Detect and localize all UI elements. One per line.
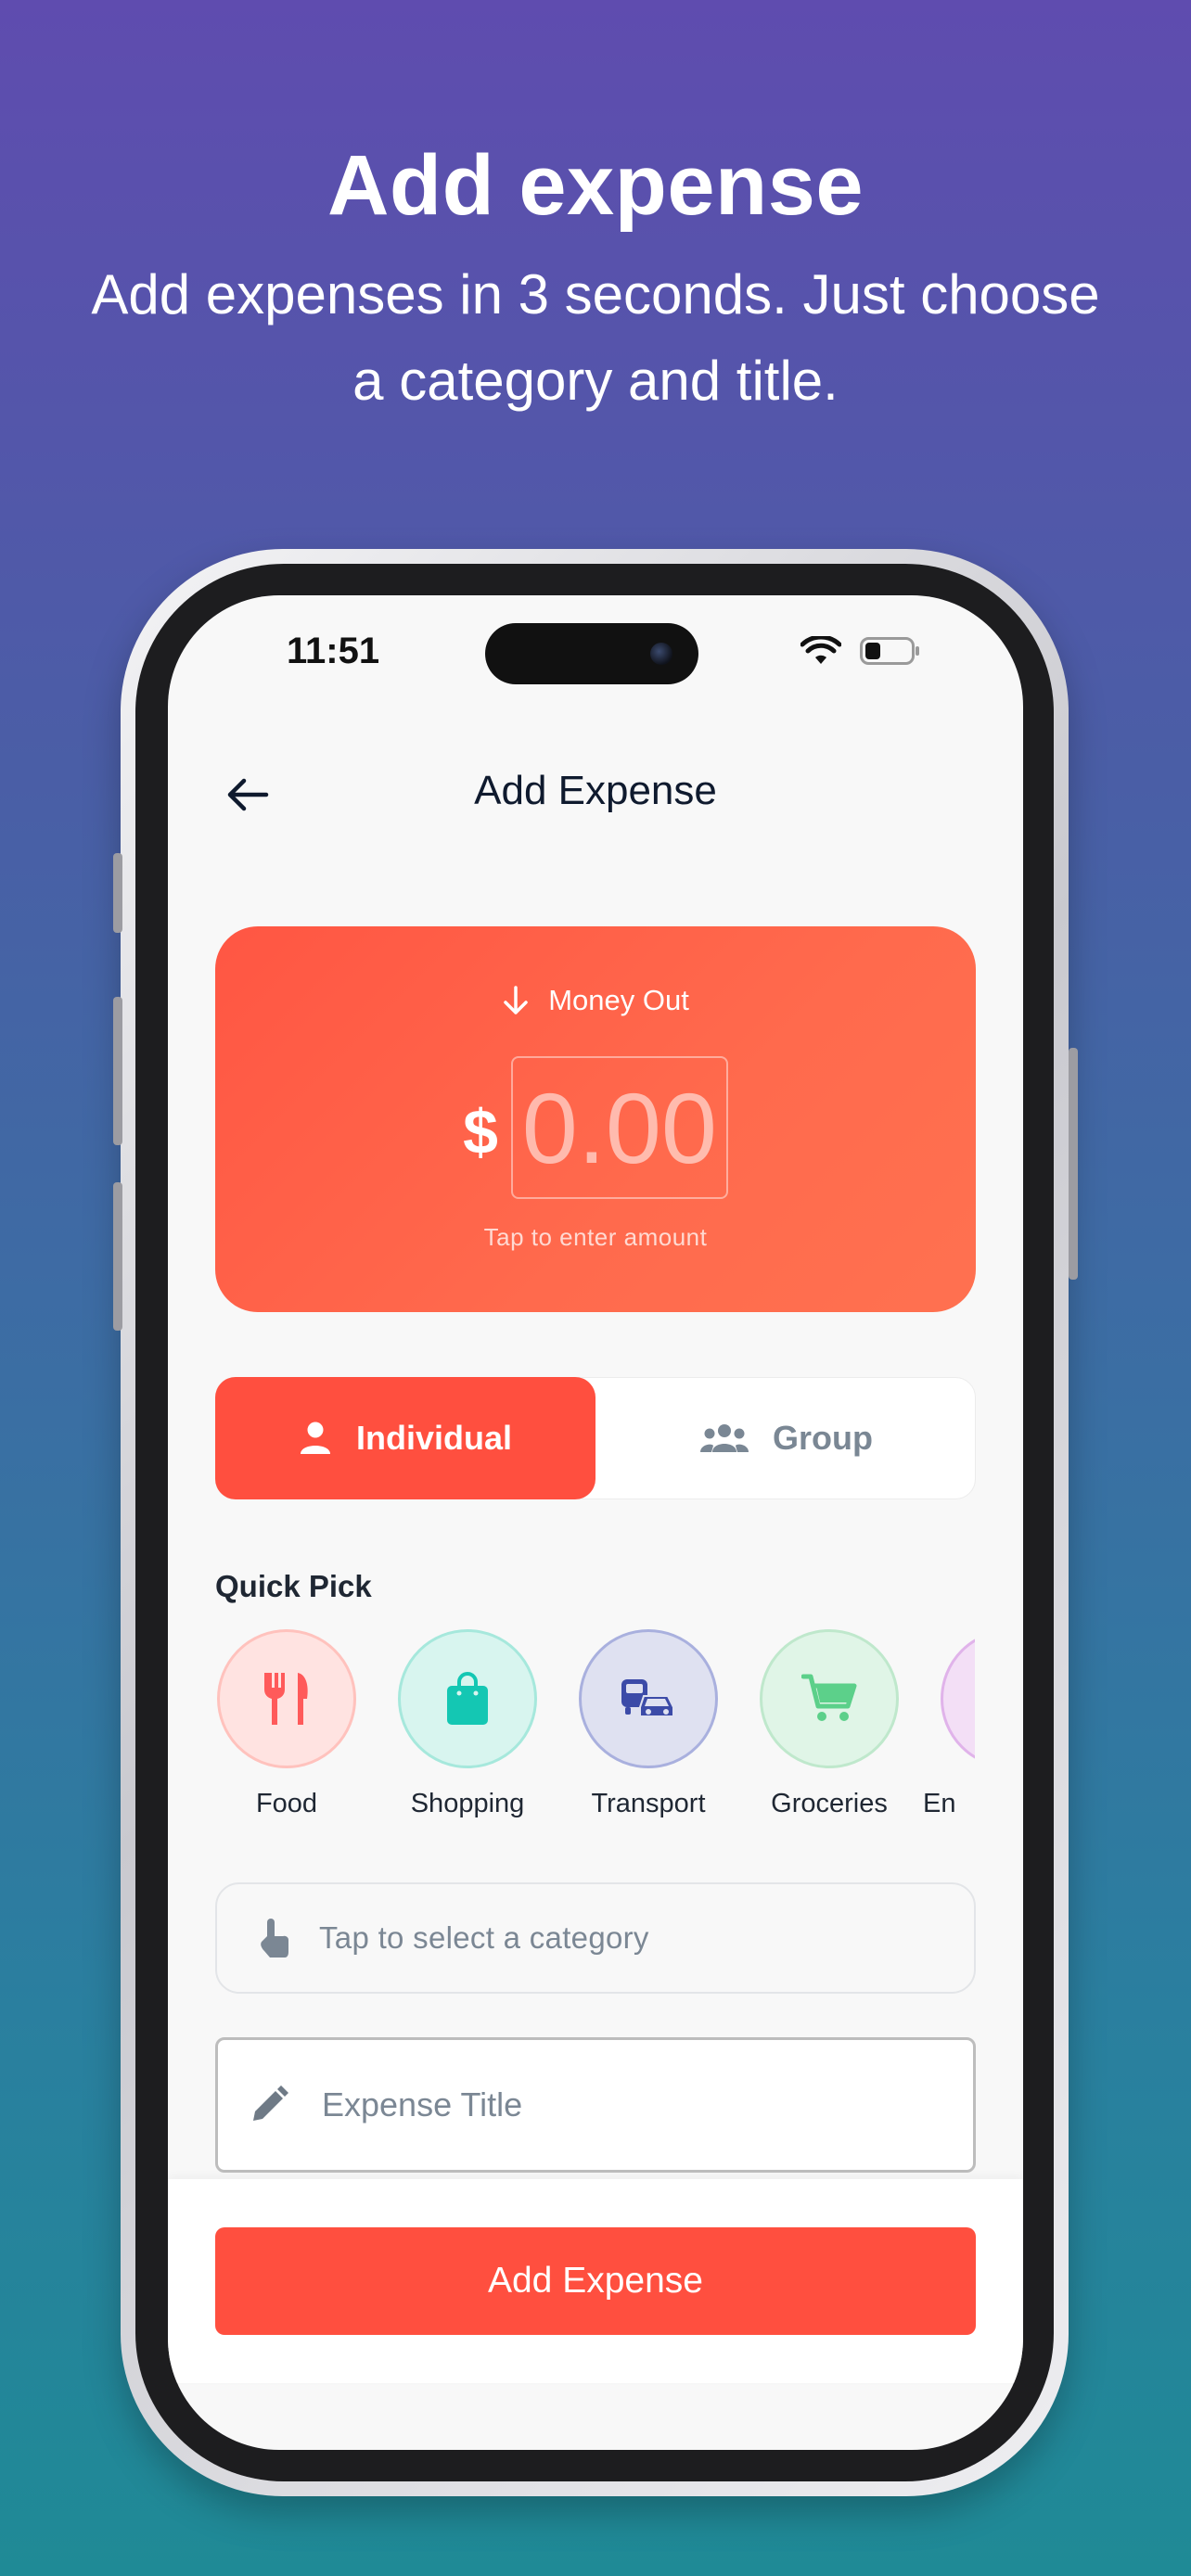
tap-hand-icon <box>252 1916 295 1960</box>
person-icon <box>300 1422 330 1454</box>
power-button <box>1069 1048 1078 1280</box>
amount-row: $ <box>215 1056 976 1199</box>
cart-icon <box>801 1674 857 1721</box>
money-out-text: Money Out <box>548 984 689 1016</box>
status-icons <box>800 634 921 670</box>
amount-input[interactable] <box>510 1056 728 1199</box>
silent-switch <box>113 853 122 933</box>
group-icon <box>700 1424 749 1452</box>
utensils-icon <box>264 1673 308 1725</box>
quick-pick-label: Groceries <box>771 1789 888 1818</box>
wifi-icon <box>800 634 842 670</box>
quick-pick-transport-circle <box>579 1629 718 1768</box>
volume-down-button <box>113 1182 122 1331</box>
camera-icon <box>650 643 672 665</box>
status-time: 11:51 <box>287 631 380 671</box>
quick-pick-list: Food Shopping Transport Groceries En <box>196 1629 975 1833</box>
hero: Add expense Add expenses in 3 seconds. J… <box>0 138 1191 424</box>
individual-label: Individual <box>355 1419 512 1457</box>
expense-title-field <box>215 2037 976 2173</box>
group-toggle[interactable]: Group <box>596 1377 977 1499</box>
amount-card[interactable]: Money Out $ Tap to enter amount <box>215 926 976 1312</box>
volume-up-button <box>113 997 122 1145</box>
amount-hint: Tap to enter amount <box>483 1223 708 1251</box>
individual-toggle[interactable]: Individual <box>215 1377 596 1499</box>
hero-subtitle: Add expenses in 3 seconds. Just choose a… <box>91 263 1100 413</box>
quick-pick-food[interactable]: Food <box>196 1629 378 1819</box>
battery-icon <box>860 637 921 670</box>
quick-pick-transport[interactable]: Transport <box>557 1629 739 1819</box>
quick-pick-label: Shopping <box>410 1789 525 1818</box>
page-title: Add Expense <box>474 768 717 813</box>
pencil-icon <box>246 2085 292 2124</box>
group-label: Group <box>773 1419 873 1457</box>
quick-pick-groceries[interactable]: Groceries <box>738 1629 920 1819</box>
bottom-action-bar: Add Expense <box>168 2179 1023 2383</box>
add-expense-button[interactable]: Add Expense <box>215 2227 976 2335</box>
money-out-label: Money Out <box>215 984 976 1017</box>
quick-pick-entertainment[interactable]: En <box>919 1629 975 1819</box>
quick-pick-label: En <box>923 1789 956 1818</box>
hero-title: Add expense <box>327 138 864 233</box>
quick-pick-groceries-circle <box>760 1629 899 1768</box>
quick-pick-title: Quick Pick <box>215 1569 372 1603</box>
transport-icon <box>621 1679 674 1717</box>
app-screen: 11:51 Add Expense Money Out $ 0.00 Tap t… <box>168 595 1023 2450</box>
quick-pick-food-circle <box>217 1629 356 1768</box>
quick-pick-shopping-circle <box>398 1629 537 1768</box>
quick-pick-label: Food <box>255 1789 318 1818</box>
quick-pick-label: Transport <box>591 1789 706 1818</box>
expense-title-input[interactable] <box>320 2085 917 2125</box>
quick-pick-entertainment-circle <box>941 1629 975 1768</box>
shopping-bag-icon <box>447 1672 488 1725</box>
category-placeholder: Tap to select a category <box>319 1920 649 1955</box>
mode-toggle: Individual Group <box>215 1377 976 1499</box>
dynamic-island <box>485 623 698 684</box>
category-selector[interactable]: Tap to select a category <box>215 1882 976 1994</box>
quick-pick-shopping[interactable]: Shopping <box>377 1629 558 1819</box>
currency-symbol: $ <box>463 1097 498 1167</box>
arrow-down-icon <box>504 986 528 1014</box>
